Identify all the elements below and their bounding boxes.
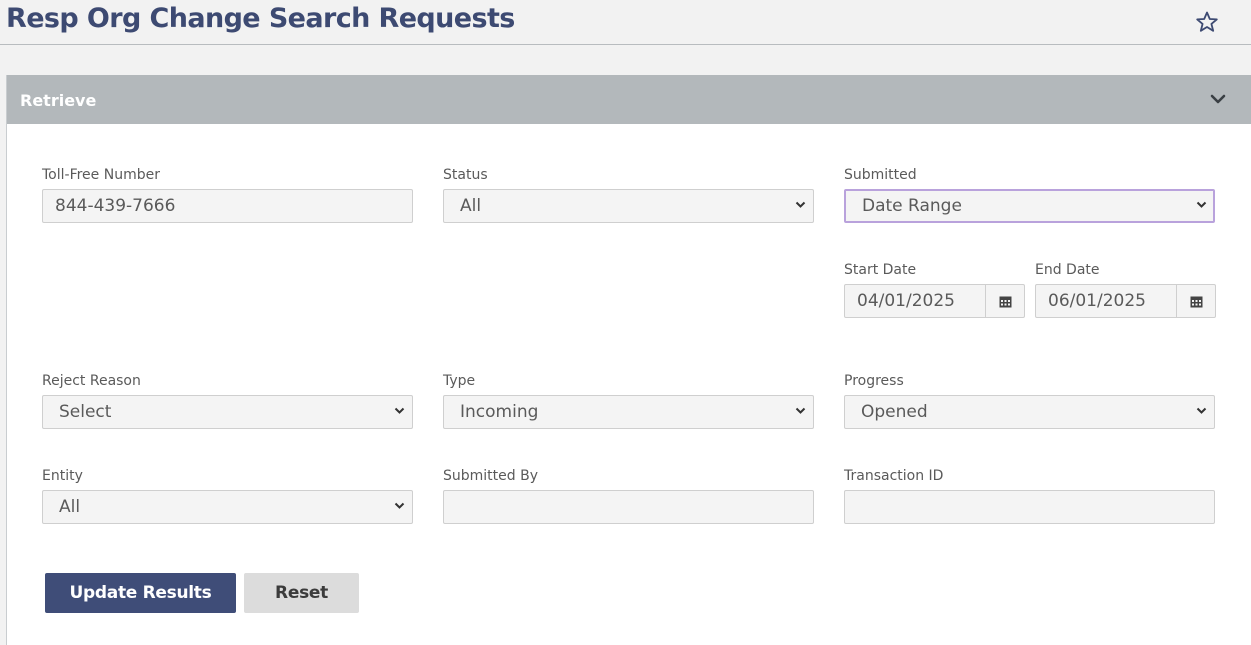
progress-field: Progress Opened xyxy=(844,372,1215,429)
submitted-selected-value: Date Range xyxy=(862,196,962,216)
submitted-by-input[interactable] xyxy=(443,490,814,524)
progress-select[interactable]: Opened xyxy=(844,395,1215,429)
chevron-down-icon[interactable] xyxy=(1210,93,1226,105)
status-label: Status xyxy=(443,167,488,183)
toll-free-number-value: 844-439-7666 xyxy=(55,196,176,216)
status-select[interactable]: All xyxy=(443,189,814,223)
panel-title: Retrieve xyxy=(20,91,97,110)
submitted-by-label: Submitted By xyxy=(443,468,538,484)
panel-header[interactable]: Retrieve xyxy=(7,75,1251,124)
update-results-button[interactable]: Update Results xyxy=(45,573,236,613)
toll-free-number-label: Toll-Free Number xyxy=(42,167,160,183)
toll-free-number-field: Toll-Free Number 844-439-7666 xyxy=(42,166,413,223)
start-date-value: 04/01/2025 xyxy=(857,291,955,311)
status-selected-value: All xyxy=(460,196,482,216)
end-date-field: End Date 06/01/2025 xyxy=(1035,261,1216,318)
end-date-calendar-button[interactable] xyxy=(1177,285,1215,317)
chevron-down-icon xyxy=(1196,407,1207,414)
start-date-label: Start Date xyxy=(844,262,917,278)
reset-button[interactable]: Reset xyxy=(244,573,359,613)
entity-select[interactable]: All xyxy=(42,490,413,524)
type-label: Type xyxy=(443,373,476,389)
calendar-icon xyxy=(1190,296,1202,307)
start-date-picker: 04/01/2025 xyxy=(844,284,1025,318)
start-date-calendar-button[interactable] xyxy=(986,285,1024,317)
page-title: Resp Org Change Search Requests xyxy=(6,3,515,34)
start-date-input[interactable]: 04/01/2025 xyxy=(845,285,986,317)
toll-free-number-input[interactable]: 844-439-7666 xyxy=(42,189,413,223)
entity-field: Entity All xyxy=(42,467,413,524)
type-select[interactable]: Incoming xyxy=(443,395,814,429)
reject-reason-field: Reject Reason Select xyxy=(42,372,413,429)
submitted-select[interactable]: Date Range xyxy=(844,189,1215,223)
chevron-down-icon xyxy=(795,407,806,414)
progress-selected-value: Opened xyxy=(861,402,928,422)
submitted-by-field: Submitted By xyxy=(443,467,814,524)
reject-reason-select[interactable]: Select xyxy=(42,395,413,429)
chevron-down-icon xyxy=(1196,201,1207,208)
chevron-down-icon xyxy=(795,201,806,208)
star-icon[interactable] xyxy=(1195,10,1219,34)
calendar-icon xyxy=(999,296,1011,307)
retrieve-panel: Retrieve Toll-Free Number 844-439-7666 S… xyxy=(6,75,1251,645)
end-date-picker: 06/01/2025 xyxy=(1035,284,1216,318)
start-date-field: Start Date 04/01/2025 xyxy=(844,261,1025,318)
reject-reason-selected-value: Select xyxy=(59,402,112,422)
submitted-label: Submitted xyxy=(844,167,917,183)
reject-reason-label: Reject Reason xyxy=(42,373,141,389)
transaction-id-input[interactable] xyxy=(844,490,1215,524)
status-field: Status All xyxy=(443,166,814,223)
type-field: Type Incoming xyxy=(443,372,814,429)
progress-label: Progress xyxy=(844,373,904,389)
end-date-value: 06/01/2025 xyxy=(1048,291,1146,311)
end-date-input[interactable]: 06/01/2025 xyxy=(1036,285,1177,317)
chevron-down-icon xyxy=(394,407,405,414)
entity-selected-value: All xyxy=(59,497,81,517)
page-header: Resp Org Change Search Requests xyxy=(0,0,1251,45)
transaction-id-label: Transaction ID xyxy=(844,468,944,484)
end-date-label: End Date xyxy=(1035,262,1100,278)
transaction-id-field: Transaction ID xyxy=(844,467,1215,524)
type-selected-value: Incoming xyxy=(460,402,539,422)
entity-label: Entity xyxy=(42,468,83,484)
chevron-down-icon xyxy=(394,502,405,509)
submitted-field: Submitted Date Range xyxy=(844,166,1215,223)
